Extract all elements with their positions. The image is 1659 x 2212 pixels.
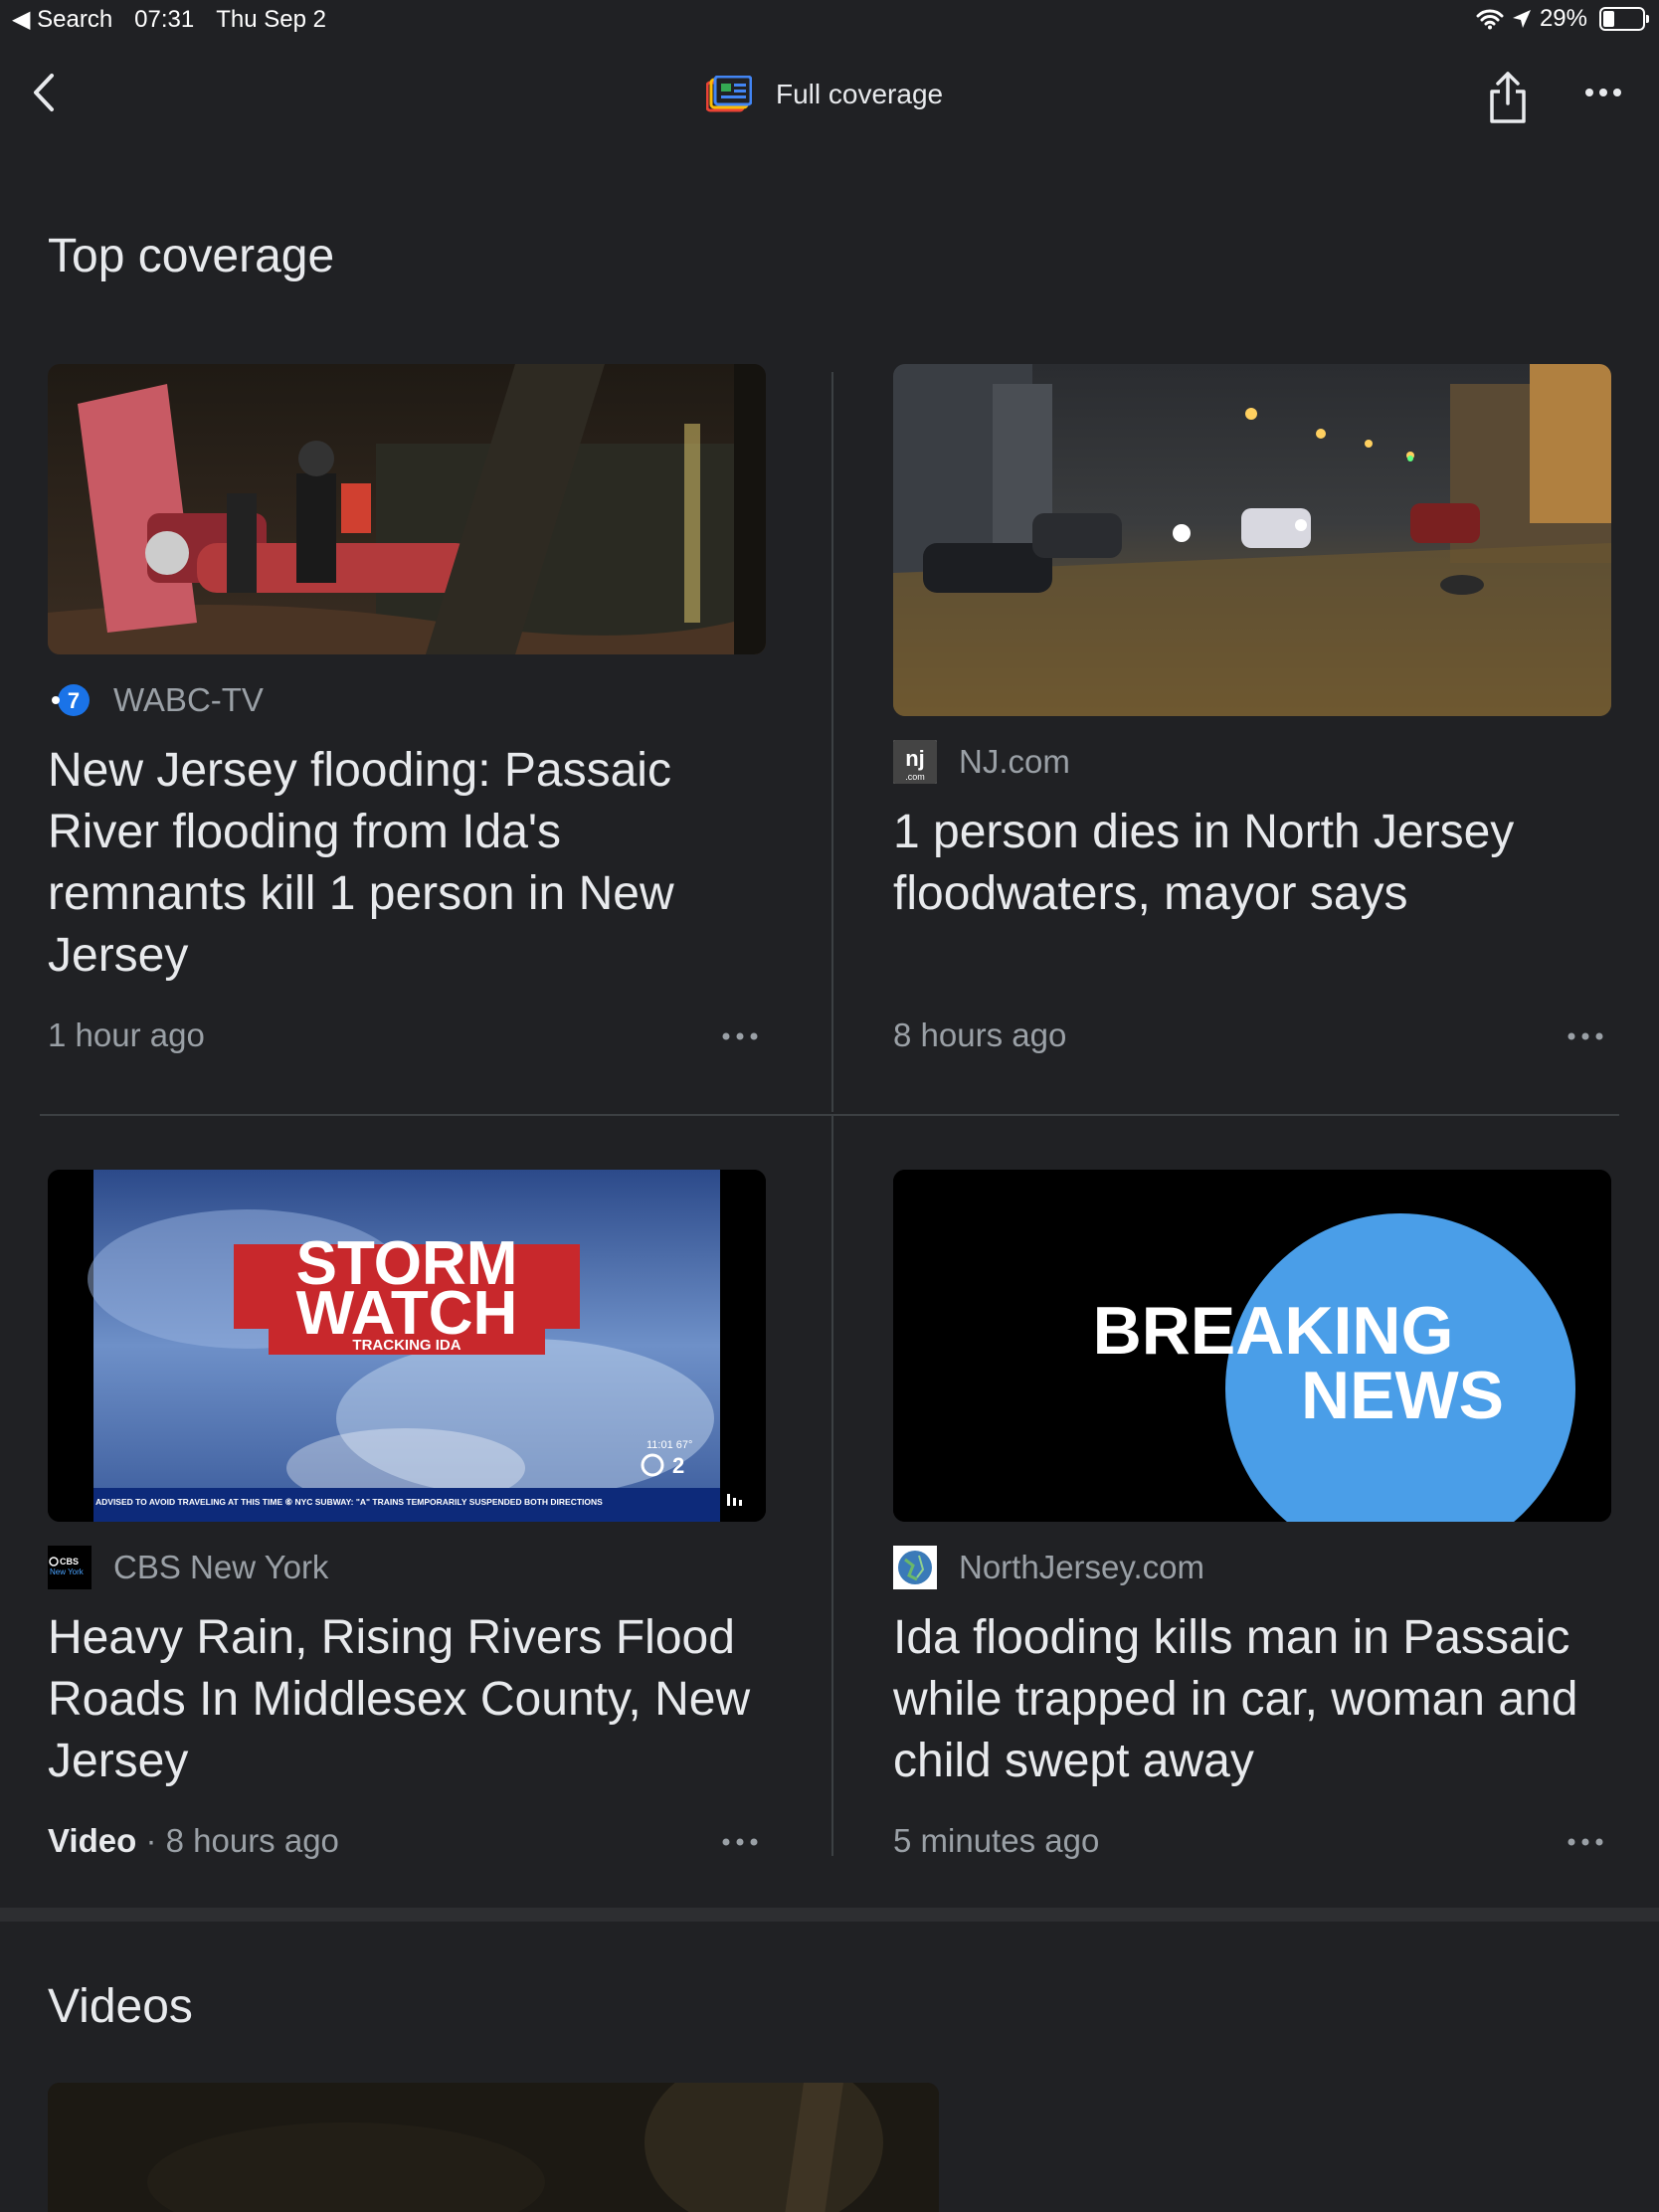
abc7-logo-icon: 7 xyxy=(48,678,92,722)
cbs-new-york-logo-icon: CBS New York xyxy=(48,1546,92,1589)
more-options-icon[interactable] xyxy=(1583,78,1623,107)
column-divider xyxy=(831,372,833,1112)
article-thumbnail[interactable]: BREAKING NEWS xyxy=(893,1170,1611,1522)
share-icon[interactable] xyxy=(1484,70,1532,125)
full-coverage-page: ◀ Search 07:31 Thu Sep 2 29% Full covera… xyxy=(0,0,1659,2212)
article-card[interactable]: nj .com NJ.com 1 person dies in North Je… xyxy=(893,364,1611,1060)
source-row: 7 WABC-TV xyxy=(48,678,264,722)
article-headline[interactable]: 1 person dies in North Jersey floodwater… xyxy=(893,802,1611,925)
videos-heading: Videos xyxy=(48,1980,193,2033)
svg-text:CBS: CBS xyxy=(60,1557,79,1567)
svg-text:7: 7 xyxy=(68,688,80,713)
article-card[interactable]: STORM WATCH TRACKING IDA 11:01 67° 2 ADV… xyxy=(48,1170,766,1866)
nav-title-group: Full coverage xyxy=(706,76,943,113)
back-to-app-link[interactable]: ◀ Search xyxy=(12,5,112,34)
article-headline[interactable]: New Jersey flooding: Passaic River flood… xyxy=(48,740,766,987)
battery-percent: 29% xyxy=(1539,5,1587,32)
svg-text:2: 2 xyxy=(672,1453,684,1478)
article-time: 8 hours ago xyxy=(165,1822,339,1859)
article-thumbnail[interactable] xyxy=(48,364,766,654)
source-row: NorthJersey.com xyxy=(893,1546,1204,1589)
page-title: Full coverage xyxy=(776,79,944,109)
more-options-icon[interactable] xyxy=(1566,1028,1605,1044)
breaking-news-image: BREAKING NEWS xyxy=(893,1170,1611,1522)
source-name: NorthJersey.com xyxy=(959,1549,1204,1585)
location-arrow-icon xyxy=(1512,10,1531,28)
article-headline[interactable]: Heavy Rain, Rising Rivers Flood Roads In… xyxy=(48,1607,766,1792)
status-date: Thu Sep 2 xyxy=(216,5,326,33)
video-preview-image xyxy=(48,2083,939,2212)
meta-separator: · xyxy=(145,1822,157,1859)
status-bar: ◀ Search 07:31 Thu Sep 2 29% xyxy=(0,0,1659,38)
back-chevron-icon[interactable] xyxy=(20,68,70,117)
source-name: WABC-TV xyxy=(113,681,264,718)
top-nav-bar: Full coverage xyxy=(0,38,1659,157)
article-meta: Video · 8 hours ago xyxy=(48,1822,339,1860)
section-separator xyxy=(0,1908,1659,1922)
video-label: Video xyxy=(48,1822,137,1859)
source-name: CBS New York xyxy=(113,1549,329,1585)
more-options-icon[interactable] xyxy=(720,1834,760,1850)
flood-rescue-image xyxy=(48,364,766,654)
article-time: 5 minutes ago xyxy=(893,1822,1100,1859)
weather-time-temp: 11:01 67° xyxy=(646,1439,692,1451)
svg-text:New York: New York xyxy=(50,1567,85,1576)
nj-com-logo-icon: nj .com xyxy=(893,740,937,784)
column-divider xyxy=(831,1116,833,1856)
article-thumbnail[interactable] xyxy=(893,364,1611,716)
video-thumbnail[interactable]: STORM WATCH TRACKING IDA 11:01 67° 2 ADV… xyxy=(48,1170,766,1522)
article-card[interactable]: BREAKING NEWS NorthJersey.com Ida floodi… xyxy=(893,1170,1611,1866)
article-card[interactable]: 7 WABC-TV New Jersey flooding: Passaic R… xyxy=(48,364,766,1060)
northjersey-logo-icon xyxy=(893,1546,937,1589)
breaking-news-text: NEWS xyxy=(1301,1358,1504,1433)
article-time: 8 hours ago xyxy=(893,1016,1067,1053)
more-options-icon[interactable] xyxy=(720,1028,760,1044)
flooded-street-image xyxy=(893,364,1611,716)
source-row: nj .com NJ.com xyxy=(893,740,1070,784)
row-divider xyxy=(40,1114,1619,1116)
source-name: NJ.com xyxy=(959,743,1070,780)
svg-text:nj: nj xyxy=(905,746,925,771)
article-headline[interactable]: Ida flooding kills man in Passaic while … xyxy=(893,1607,1611,1792)
top-coverage-heading: Top coverage xyxy=(48,230,335,282)
news-ticker: ADVISED TO AVOID TRAVELING AT THIS TIME … xyxy=(95,1497,603,1507)
storm-watch-subtitle: TRACKING IDA xyxy=(352,1337,461,1354)
battery-icon xyxy=(1599,7,1649,31)
storm-watch-image: STORM WATCH TRACKING IDA 11:01 67° 2 ADV… xyxy=(48,1170,766,1522)
svg-text:.com: .com xyxy=(905,772,925,782)
more-options-icon[interactable] xyxy=(1566,1834,1605,1850)
wifi-icon xyxy=(1476,9,1504,30)
article-time: 1 hour ago xyxy=(48,1016,205,1053)
video-thumbnail[interactable] xyxy=(48,2083,939,2212)
status-time: 07:31 xyxy=(134,5,195,33)
source-row: CBS New York CBS New York xyxy=(48,1546,328,1589)
full-coverage-icon xyxy=(706,76,752,112)
